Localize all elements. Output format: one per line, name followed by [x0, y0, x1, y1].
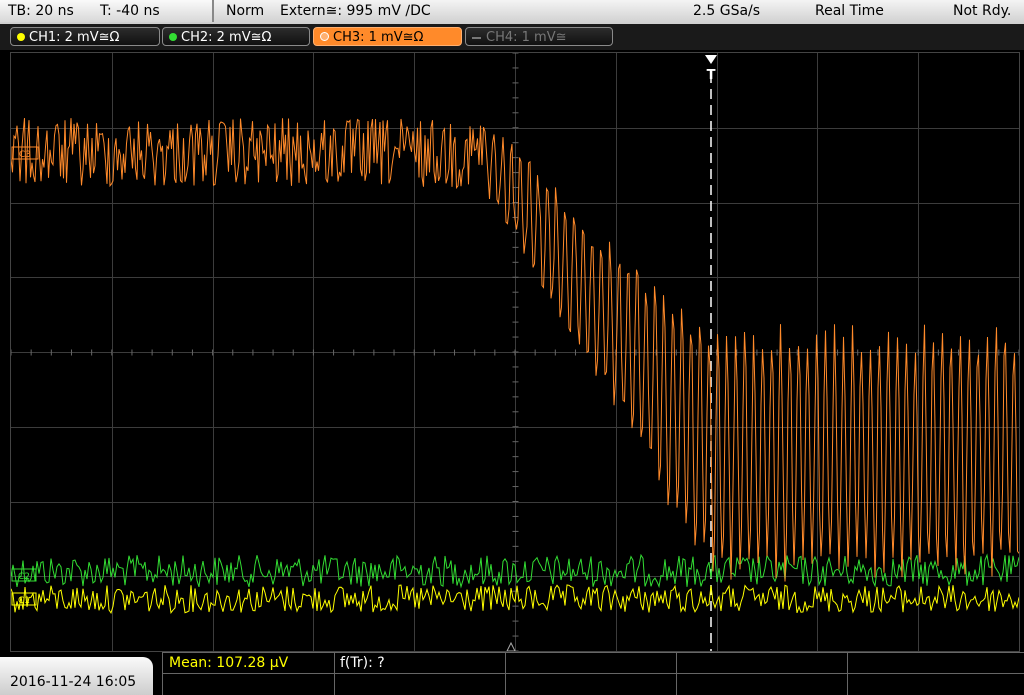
channel-4-label: CH4: 1 mV≅ — [486, 30, 567, 45]
graticule — [10, 52, 1020, 652]
measurement-divider — [162, 673, 1024, 674]
waveform-canvas[interactable]: T C3 C2 C1 — [10, 52, 1020, 652]
channel-1-marker-label: C1 — [18, 596, 30, 606]
status-label: Not Rdy. — [953, 3, 1012, 19]
center-marker-icon — [506, 641, 516, 652]
channel-2-label: CH2: 2 mV≅Ω — [181, 30, 272, 45]
trigger-marker-label: T — [707, 68, 716, 83]
trigger-time-label[interactable]: T: -40 ns — [100, 3, 160, 19]
channel-1-indicator-icon — [17, 32, 25, 41]
mean-measurement[interactable]: Mean: 107.28 µV — [169, 655, 288, 671]
channel-1-label: CH1: 2 mV≅Ω — [29, 30, 120, 45]
trigger-marker-icon[interactable]: T — [705, 55, 717, 83]
waveform-display[interactable]: T C3 C2 C1 — [10, 52, 1020, 652]
measurement-divider — [334, 652, 335, 695]
measurement-divider — [505, 652, 506, 695]
channel-4-off-icon — [472, 36, 481, 39]
frequency-measurement[interactable]: f(Tr): ? — [340, 655, 385, 671]
datetime-label: 2016-11-24 16:05 — [10, 674, 137, 690]
channel-3-button[interactable]: CH3: 1 mV≅Ω — [313, 27, 462, 46]
channel-4-button[interactable]: CH4: 1 mV≅ — [465, 27, 613, 46]
trigger-mode-label[interactable]: Norm — [226, 3, 264, 19]
measurement-divider — [162, 652, 1024, 653]
sample-rate-label: 2.5 GSa/s — [693, 3, 761, 19]
datetime-panel: 2016-11-24 16:05 — [0, 657, 153, 695]
channel-bar: CH1: 2 mV≅Ω CH2: 2 mV≅Ω CH3: 1 mV≅Ω CH4:… — [0, 24, 1024, 50]
measurement-divider — [162, 652, 163, 695]
status-bar: TB: 20 ns T: -40 ns Norm Extern≅: 995 mV… — [0, 0, 1024, 24]
channel-3-label: CH3: 1 mV≅Ω — [333, 30, 424, 45]
channel-3-indicator-icon — [320, 32, 329, 41]
channel-2-marker-label: C2 — [18, 572, 30, 582]
channel-2-button[interactable]: CH2: 2 mV≅Ω — [162, 27, 310, 46]
channel-1-button[interactable]: CH1: 2 mV≅Ω — [10, 27, 160, 46]
acquisition-mode-label: Real Time — [815, 3, 884, 19]
channel-3-marker-label: C3 — [19, 150, 31, 160]
measurement-divider — [676, 652, 677, 695]
measurement-panel: Mean: 107.28 µV f(Tr): ? — [162, 652, 1024, 695]
channel-2-indicator-icon — [169, 32, 177, 41]
trigger-source-label[interactable]: Extern≅: 995 mV ∕DC — [280, 3, 431, 19]
timebase-label[interactable]: TB: 20 ns — [8, 3, 74, 19]
measurement-divider — [847, 652, 848, 695]
